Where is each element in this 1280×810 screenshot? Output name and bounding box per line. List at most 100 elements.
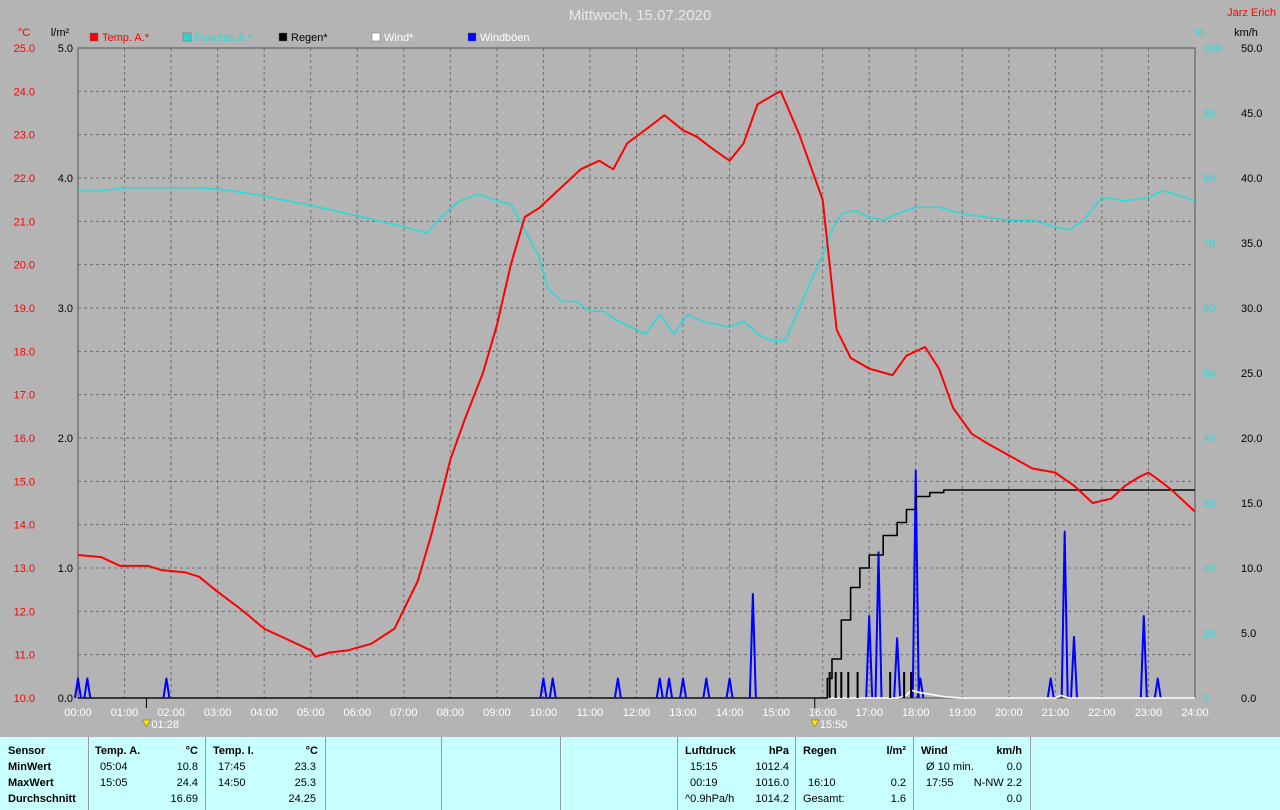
x-tick-label: 20:00: [995, 707, 1023, 719]
humidity-tick-label: 50: [1203, 368, 1215, 380]
humidity-tick-label: 20: [1203, 563, 1215, 575]
rain-tick-label: 3.0: [58, 303, 73, 315]
x-tick-label: 05:00: [297, 707, 325, 719]
x-tick-label: 16:00: [809, 707, 837, 719]
humidity-axis-unit: %: [1195, 27, 1205, 39]
wind-tick-label: 15.0: [1241, 498, 1262, 510]
temp-tick-label: 13.0: [14, 563, 35, 575]
x-tick-label: 13:00: [669, 707, 697, 719]
x-tick-label: 00:00: [64, 707, 92, 719]
rain-header: Regen: [803, 745, 837, 757]
column-divider: [1030, 737, 1031, 810]
humidity-tick-label: 60: [1203, 303, 1215, 315]
legend-label: Feuchte A.*: [195, 32, 253, 44]
x-tick-label: 06:00: [343, 707, 371, 719]
temp-i-max-time: 14:50: [218, 777, 246, 789]
legend-swatch: [89, 32, 99, 42]
temp-tick-label: 25.0: [14, 43, 35, 55]
temp-i-unit: °C: [305, 745, 318, 757]
x-tick-label: 12:00: [623, 707, 651, 719]
wind-avg-value: 0.0: [1006, 761, 1022, 773]
temp-i-min-time: 17:45: [218, 761, 246, 773]
pressure-max-value: 1016.0: [755, 777, 789, 789]
wind-max-time: 17:55: [926, 777, 954, 789]
x-tick-label: 21:00: [1042, 707, 1070, 719]
temp-a-min-value: 10.8: [176, 761, 198, 773]
column-divider: [795, 737, 796, 810]
temp-a-max-value: 24.4: [176, 777, 198, 789]
x-tick-label: 15:00: [762, 707, 790, 719]
column-divider: [325, 737, 326, 810]
x-tick-label: 03:00: [204, 707, 232, 719]
wind-tick-label: 5.0: [1241, 628, 1256, 640]
temp-tick-label: 16.0: [14, 433, 35, 445]
row-label-avg: Durchschnitt: [8, 793, 76, 805]
wind-tick-label: 10.0: [1241, 563, 1262, 575]
rain-tick-label: 4.0: [58, 173, 73, 185]
wind-tick-label: 0.0: [1241, 693, 1256, 705]
x-tick-label: 07:00: [390, 707, 418, 719]
author-label: Jarz Erich: [1227, 7, 1276, 19]
pressure-max-time: 00:19: [690, 777, 718, 789]
legend-label: Windböen: [480, 32, 530, 44]
temp-a-min-time: 05:04: [100, 761, 128, 773]
rain-tick-label: 2.0: [58, 433, 73, 445]
sensor-header: Sensor: [8, 745, 46, 757]
humidity-tick-label: 90: [1203, 108, 1215, 120]
humidity-tick-label: 40: [1203, 433, 1215, 445]
pressure-avg-value: 1014.2: [755, 793, 789, 805]
pressure-unit: hPa: [768, 745, 789, 757]
x-tick-label: 10:00: [530, 707, 558, 719]
wind-tick-label: 35.0: [1241, 238, 1262, 250]
legend-swatch: [371, 32, 381, 42]
row-label-min: MinWert: [8, 761, 52, 773]
temp-i-min-value: 23.3: [294, 761, 316, 773]
wind-tick-label: 20.0: [1241, 433, 1262, 445]
x-tick-label: 04:00: [250, 707, 278, 719]
rain-tick-label: 1.0: [58, 563, 73, 575]
wind-header: Wind: [921, 745, 948, 757]
column-divider: [88, 737, 89, 810]
pressure-min-value: 1012.4: [755, 761, 789, 773]
marker-label: 15:50: [820, 719, 848, 731]
rain-max-time: 16:10: [808, 777, 836, 789]
temp-a-max-time: 15:05: [100, 777, 128, 789]
temp-tick-label: 22.0: [14, 173, 35, 185]
pressure-min-time: 15:15: [690, 761, 718, 773]
temp-i-header: Temp. I.: [213, 745, 254, 757]
column-divider: [677, 737, 678, 810]
temp-a-header: Temp. A.: [95, 745, 141, 757]
rain-tick-label: 0.0: [58, 693, 73, 705]
x-tick-label: 02:00: [157, 707, 185, 719]
temp-a-unit: °C: [185, 745, 198, 757]
temp-i-max-value: 25.3: [294, 777, 316, 789]
rain-axis-unit: l/m²: [51, 27, 70, 39]
temp-i-avg-value: 24.25: [288, 793, 316, 805]
humidity-tick-label: 100: [1203, 43, 1221, 55]
column-divider: [913, 737, 914, 810]
humidity-tick-label: 70: [1203, 238, 1215, 250]
legend-label: Regen*: [291, 32, 328, 44]
temp-a-avg-value: 16.69: [170, 793, 198, 805]
rain-total-label: Gesamt:: [803, 793, 845, 805]
wind-tick-label: 30.0: [1241, 303, 1262, 315]
temp-tick-label: 23.0: [14, 130, 35, 142]
legend-swatch: [278, 32, 288, 42]
marker-label: 01:28: [151, 719, 179, 731]
wind-tick-label: 45.0: [1241, 108, 1262, 120]
row-label-max: MaxWert: [8, 777, 54, 789]
x-tick-label: 11:00: [577, 707, 604, 719]
weather-chart: Mittwoch, 15.07.2020 Jarz Erich °C l/m² …: [0, 0, 1280, 737]
x-tick-label: 14:00: [716, 707, 744, 719]
legend-swatch: [467, 32, 477, 42]
temp-tick-label: 19.0: [14, 303, 35, 315]
wind-unit: km/h: [996, 745, 1022, 757]
x-tick-label: 08:00: [437, 707, 465, 719]
x-tick-label: 01:00: [111, 707, 139, 719]
rain-total-value: 1.6: [890, 793, 906, 805]
temp-tick-label: 20.0: [14, 260, 35, 272]
wind-tick-label: 25.0: [1241, 368, 1262, 380]
temp-tick-label: 14.0: [14, 520, 35, 532]
chart-grid: [77, 47, 1196, 699]
humidity-tick-label: 0: [1203, 693, 1209, 705]
